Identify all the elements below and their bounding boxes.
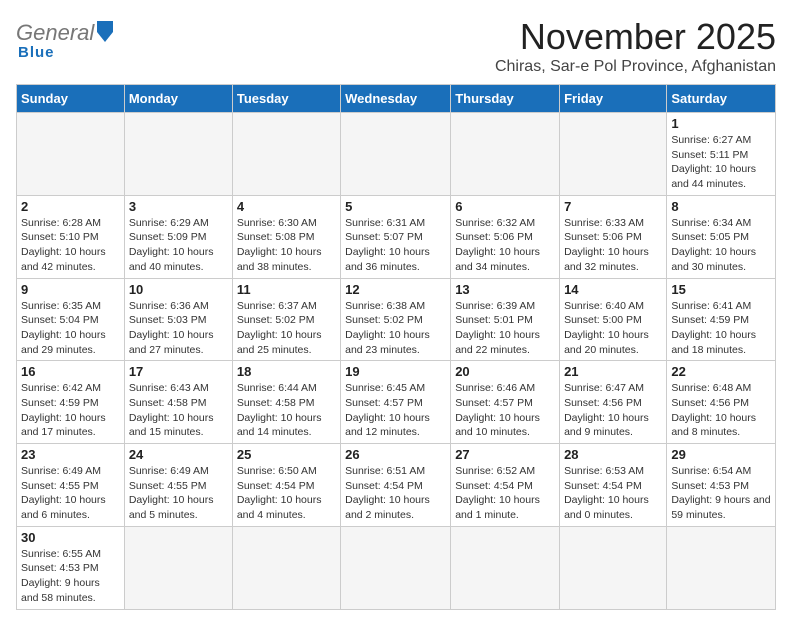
empty-cell: [124, 113, 232, 196]
empty-cell: [451, 113, 560, 196]
empty-cell: [232, 113, 340, 196]
day-cell-3: 3 Sunrise: 6:29 AMSunset: 5:09 PMDayligh…: [124, 195, 232, 278]
table-row: 23 Sunrise: 6:49 AMSunset: 4:55 PMDaylig…: [17, 444, 776, 527]
logo-text-blue: Blue: [18, 44, 55, 61]
logo-text-general: General: [16, 20, 94, 46]
logo: General Blue: [16, 16, 113, 61]
day-cell-2: 2 Sunrise: 6:28 AMSunset: 5:10 PMDayligh…: [17, 195, 125, 278]
day-cell-10: 10 Sunrise: 6:36 AMSunset: 5:03 PMDaylig…: [124, 278, 232, 361]
empty-cell: [124, 526, 232, 609]
header-friday: Friday: [560, 85, 667, 113]
day-cell-15: 15 Sunrise: 6:41 AMSunset: 4:59 PMDaylig…: [667, 278, 776, 361]
day-cell-16: 16 Sunrise: 6:42 AMSunset: 4:59 PMDaylig…: [17, 361, 125, 444]
table-row: 1 Sunrise: 6:27 AM Sunset: 5:11 PM Dayli…: [17, 113, 776, 196]
empty-cell: [667, 526, 776, 609]
calendar-table: Sunday Monday Tuesday Wednesday Thursday…: [16, 84, 776, 610]
header-wednesday: Wednesday: [341, 85, 451, 113]
empty-cell: [451, 526, 560, 609]
day-cell-9: 9 Sunrise: 6:35 AMSunset: 5:04 PMDayligh…: [17, 278, 125, 361]
day-cell-14: 14 Sunrise: 6:40 AMSunset: 5:00 PMDaylig…: [560, 278, 667, 361]
day-cell-27: 27 Sunrise: 6:52 AMSunset: 4:54 PMDaylig…: [451, 444, 560, 527]
header-monday: Monday: [124, 85, 232, 113]
table-row: 30 Sunrise: 6:55 AMSunset: 4:53 PMDaylig…: [17, 526, 776, 609]
empty-cell: [232, 526, 340, 609]
day-cell-6: 6 Sunrise: 6:32 AMSunset: 5:06 PMDayligh…: [451, 195, 560, 278]
table-row: 16 Sunrise: 6:42 AMSunset: 4:59 PMDaylig…: [17, 361, 776, 444]
empty-cell: [341, 526, 451, 609]
title-area: November 2025 Chiras, Sar-e Pol Province…: [495, 16, 776, 76]
day-cell-29: 29 Sunrise: 6:54 AMSunset: 4:53 PMDaylig…: [667, 444, 776, 527]
empty-cell: [17, 113, 125, 196]
day-cell-25: 25 Sunrise: 6:50 AMSunset: 4:54 PMDaylig…: [232, 444, 340, 527]
day-cell-5: 5 Sunrise: 6:31 AMSunset: 5:07 PMDayligh…: [341, 195, 451, 278]
day-cell-30: 30 Sunrise: 6:55 AMSunset: 4:53 PMDaylig…: [17, 526, 125, 609]
day-cell-18: 18 Sunrise: 6:44 AMSunset: 4:58 PMDaylig…: [232, 361, 340, 444]
header-saturday: Saturday: [667, 85, 776, 113]
logo-blue-shape: [97, 21, 113, 42]
day-cell-23: 23 Sunrise: 6:49 AMSunset: 4:55 PMDaylig…: [17, 444, 125, 527]
table-row: 9 Sunrise: 6:35 AMSunset: 5:04 PMDayligh…: [17, 278, 776, 361]
day-cell-11: 11 Sunrise: 6:37 AMSunset: 5:02 PMDaylig…: [232, 278, 340, 361]
logo-icon: General: [16, 20, 113, 46]
header-thursday: Thursday: [451, 85, 560, 113]
sunset-label: Sunset:: [671, 149, 710, 161]
day-cell-7: 7 Sunrise: 6:33 AMSunset: 5:06 PMDayligh…: [560, 195, 667, 278]
empty-cell: [560, 113, 667, 196]
day-cell-1: 1 Sunrise: 6:27 AM Sunset: 5:11 PM Dayli…: [667, 113, 776, 196]
day-cell-20: 20 Sunrise: 6:46 AMSunset: 4:57 PMDaylig…: [451, 361, 560, 444]
empty-cell: [560, 526, 667, 609]
logo-blue-triangle: [97, 32, 113, 42]
day-cell-26: 26 Sunrise: 6:51 AMSunset: 4:54 PMDaylig…: [341, 444, 451, 527]
day-cell-28: 28 Sunrise: 6:53 AMSunset: 4:54 PMDaylig…: [560, 444, 667, 527]
table-row: 2 Sunrise: 6:28 AMSunset: 5:10 PMDayligh…: [17, 195, 776, 278]
day-cell-21: 21 Sunrise: 6:47 AMSunset: 4:56 PMDaylig…: [560, 361, 667, 444]
page-title: November 2025: [495, 16, 776, 58]
sunrise-label: Sunrise:: [671, 134, 712, 146]
day-cell-24: 24 Sunrise: 6:49 AMSunset: 4:55 PMDaylig…: [124, 444, 232, 527]
day-cell-19: 19 Sunrise: 6:45 AMSunset: 4:57 PMDaylig…: [341, 361, 451, 444]
page-subtitle: Chiras, Sar-e Pol Province, Afghanistan: [495, 58, 776, 76]
daylight-label: Daylight:: [671, 163, 715, 175]
empty-cell: [341, 113, 451, 196]
calendar-header-row: Sunday Monday Tuesday Wednesday Thursday…: [17, 85, 776, 113]
day-cell-13: 13 Sunrise: 6:39 AMSunset: 5:01 PMDaylig…: [451, 278, 560, 361]
day-cell-12: 12 Sunrise: 6:38 AMSunset: 5:02 PMDaylig…: [341, 278, 451, 361]
logo-blue-rect: [97, 21, 113, 32]
header-sunday: Sunday: [17, 85, 125, 113]
day-cell-17: 17 Sunrise: 6:43 AMSunset: 4:58 PMDaylig…: [124, 361, 232, 444]
day-cell-22: 22 Sunrise: 6:48 AMSunset: 4:56 PMDaylig…: [667, 361, 776, 444]
page-header: General Blue November 2025 Chiras, Sar-e…: [16, 16, 776, 76]
day-cell-8: 8 Sunrise: 6:34 AMSunset: 5:05 PMDayligh…: [667, 195, 776, 278]
day-cell-4: 4 Sunrise: 6:30 AMSunset: 5:08 PMDayligh…: [232, 195, 340, 278]
header-tuesday: Tuesday: [232, 85, 340, 113]
